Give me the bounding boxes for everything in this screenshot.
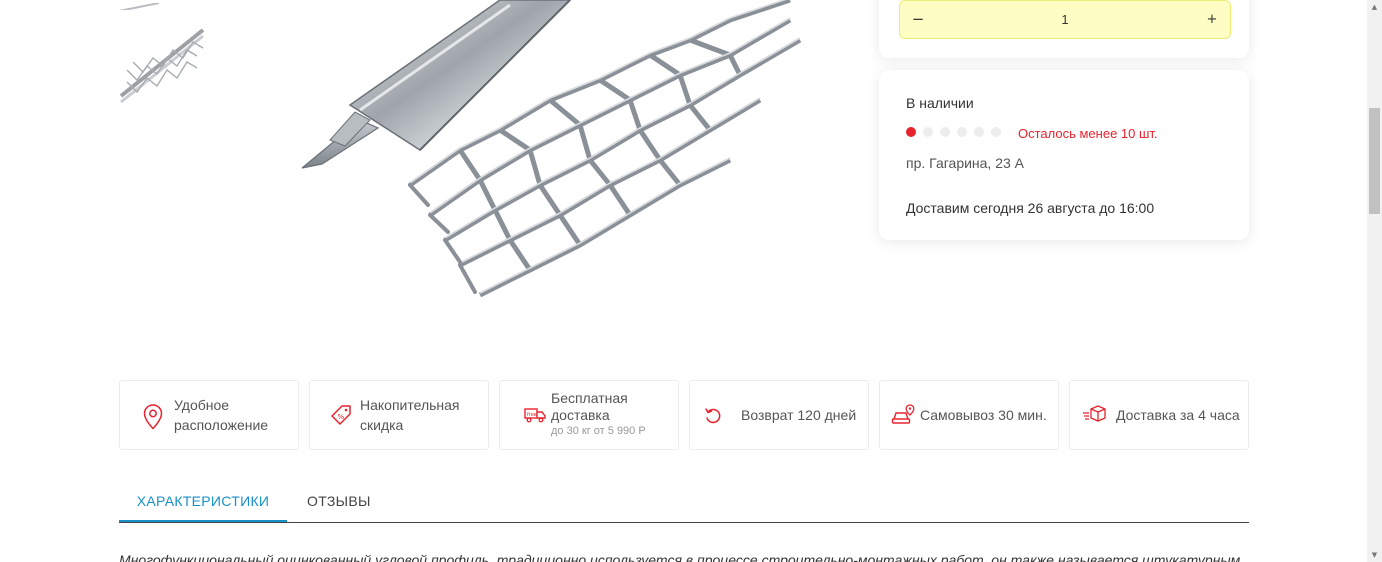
delivery-truck-icon: free [524,408,546,423]
stock-level-dot [991,127,1001,137]
stock-level-dot [957,127,967,137]
scrollbar-thumb[interactable] [1369,108,1380,214]
tab-characteristics[interactable]: ХАРАКТЕРИСТИКИ [119,485,287,522]
stock-level-dot [923,127,933,137]
feature-label: Бесплатная [551,390,628,406]
return-arrow-icon [705,408,721,424]
feature-label: Доставка за 4 часа [1116,407,1240,423]
stock-warning-text: Осталось менее 10 шт. [1018,126,1158,141]
feature-label: расположение [174,417,269,433]
feature-return-120-days: Возврат 120 дней [689,380,869,450]
quantity-card: − + [879,0,1249,58]
feature-label: Возврат 120 дней [741,407,857,423]
delivery-estimate: Доставим сегодня 26 августа до 16:00 [906,200,1155,216]
feature-sublabel: до 30 кг от 5 990 Р [551,425,646,437]
feature-pickup-30-min: Самовывоз 30 мин. [879,380,1059,450]
feature-label: скидка [360,417,404,433]
feature-label: Накопительная [360,397,460,413]
product-tabs: ХАРАКТЕРИСТИКИ ОТЗЫВЫ [119,485,1249,523]
discount-tag-icon: % [331,405,351,425]
quantity-decrease-button[interactable]: − [900,1,936,38]
scroll-down-arrow-icon[interactable]: ▼ [1367,548,1382,562]
feature-label: Самовывоз 30 мин. [920,407,1047,423]
svg-text:%: % [338,413,345,421]
store-address: пр. Гагарина, 23 А [906,155,1025,171]
svg-text:free: free [527,412,537,418]
stock-level-indicator [906,127,1001,137]
feature-label: Удобное [174,397,230,413]
quantity-stepper: − + [899,0,1231,39]
scroll-up-arrow-icon[interactable]: ▲ [1367,0,1382,14]
page-scrollbar[interactable]: ▲ ▼ [1367,0,1382,562]
product-description: Многофункциональный оцинкованный угловой… [119,552,1241,562]
stock-level-dot [940,127,950,137]
availability-title: В наличии [906,95,974,111]
feature-delivery-4-hours: Доставка за 4 часа [1069,380,1249,450]
product-thumbnail[interactable] [119,22,205,104]
product-main-image[interactable] [270,0,830,345]
product-thumbnail[interactable] [119,0,205,10]
stock-level-dot [906,127,916,137]
quantity-input[interactable] [936,1,1194,38]
feature-convenient-location: Удобное расположение [119,380,299,450]
availability-card: В наличии Осталось менее 10 шт. пр. Гага… [879,70,1249,240]
feature-cumulative-discount: % Накопительная скидка [309,380,489,450]
quantity-increase-button[interactable]: + [1194,1,1230,38]
location-pin-icon [143,404,163,430]
box-delivery-icon [1083,405,1106,422]
tab-reviews[interactable]: ОТЗЫВЫ [307,485,371,522]
feature-free-delivery: free Бесплатная доставка до 30 кг от 5 9… [499,380,679,450]
feature-label: доставка [551,407,610,423]
car-pickup-icon [891,404,915,424]
features-row: Удобное расположение % Накопительная ски… [119,380,1249,450]
product-page: − + В наличии Осталось менее 10 шт. пр. … [0,0,1382,562]
stock-level-dot [974,127,984,137]
